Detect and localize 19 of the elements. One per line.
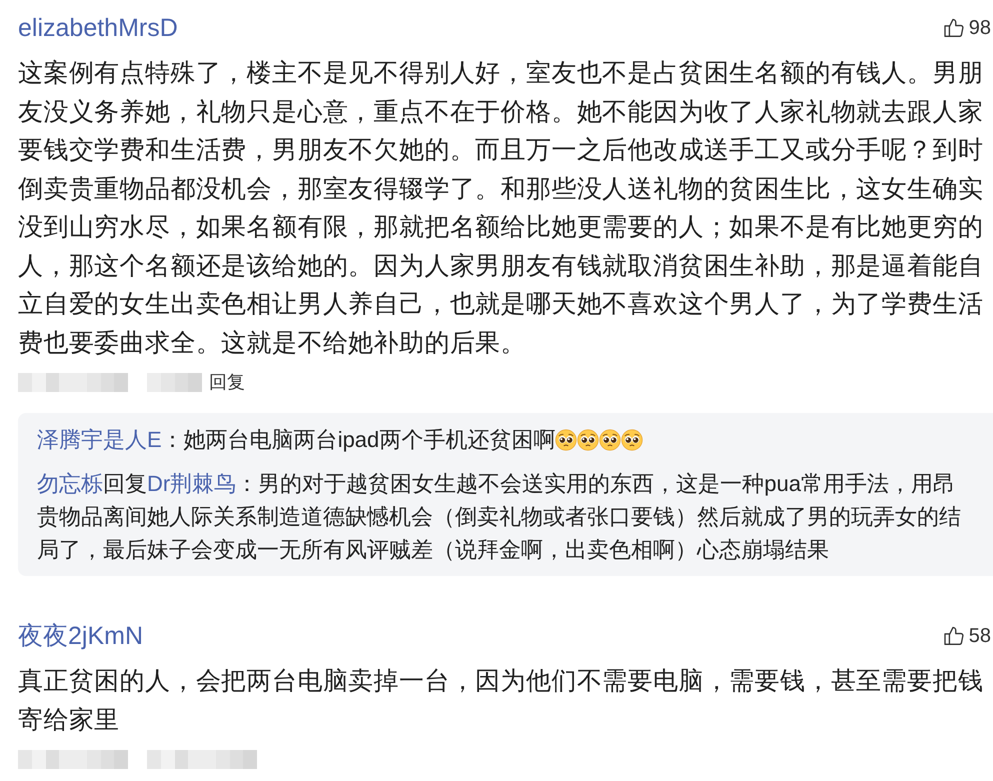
thumbs-up-icon[interactable] [944,18,964,38]
pleading-face-icon [555,429,578,451]
like-count: 98 [968,16,991,40]
reply-text: 泽腾宇是人E：她两台电脑两台ipad两个手机还贫困啊 [37,423,973,456]
reply-text: 勿忘栎回复Dr荆棘鸟：男的对于越贫困女生越不会送实用的东西，这是一种pua常用手法，用昂贵物品离间她人际关系制造道德缺憾机会（倒卖礼物或者张口要钱）然后就成了男的玩弄女的结局了，最后妹子会变成一无所有风评贼差（说拜金啊，出卖色相啊）心态崩塌结果 [37,470,962,564]
username-link[interactable]: elizabethMrsD [18,13,178,43]
pleading-face-icon [621,429,644,451]
comment-text: 真正贫困的人，会把两台电脑卖掉一台，因为他们不需要电脑，需要钱，甚至需要把钱寄给家里 [18,666,984,736]
username-link[interactable]: 泽腾宇是人E [37,427,162,452]
username-link[interactable]: 勿忘栎 [37,471,103,496]
username-link[interactable]: 夜夜2jKmN [18,621,144,651]
reply-link[interactable]: 回复 [209,370,245,394]
username-link[interactable]: Dr荆棘鸟 [147,471,236,496]
mosaic-drawing [147,372,202,392]
comment-text: 这案例有点特殊了，楼主不是见不得别人好，室友也不是占贫困生名额的有钱人。男朋友没义务养她，礼物只是心意，重点不在于价格。她不能因为收了人家礼物就去跟人家要钱交学费和生活费，男朋友不欠她的。而且万一之后他改成送手工又或分手呢？到时倒卖贵重物品都没机会，那室友得辍学了。和那些没人送礼物的贫困生比，这女生确实没到山穷水尽，如果名额有限，那就把名额给比她更需要的人；如果不是有比她更穷的人，那这个名额还是该给她的。因为人家男朋友有钱就取消贫困生补助，那是逼着能自立自爱的女生出卖色相让男人养自己，也就是哪天她不喜欢这个男人了，为了学费生活费也要委曲求全。这就是不给她补助的后果。 [18,58,984,358]
pleading-face-icon [599,429,622,451]
thumbs-up-icon[interactable] [944,626,964,646]
pleading-face-icon [577,429,600,451]
like-count: 58 [968,624,991,648]
